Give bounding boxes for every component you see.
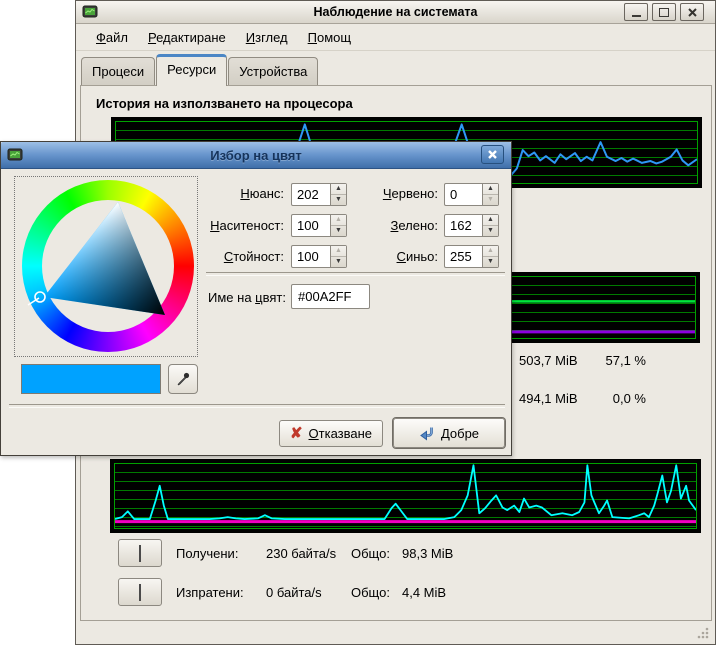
green-spin-down[interactable]: ▼: [483, 226, 498, 236]
blue-spin-up[interactable]: ▲: [483, 246, 498, 257]
close-icon: [688, 8, 697, 17]
received-total: 98,3 MiB: [402, 546, 453, 561]
menu-edit[interactable]: Редактиране: [140, 27, 234, 48]
dialog-close-button[interactable]: [481, 145, 504, 164]
maximize-button[interactable]: [652, 3, 676, 21]
received-color-swatch: [139, 545, 141, 562]
main-window-title: Наблюдение на системата: [76, 5, 715, 19]
minimize-button[interactable]: [624, 3, 648, 21]
blue-spinner[interactable]: 255 ▲▼: [444, 245, 499, 268]
main-titlebar[interactable]: Наблюдение на системата: [76, 1, 715, 24]
received-rate: 230 байта/s: [266, 546, 336, 561]
menubar: Файл Редактиране Изглед Помощ: [76, 24, 715, 51]
sent-total: 4,4 MiB: [402, 585, 446, 600]
screen: Наблюдение на системата Файл Редактиране…: [0, 0, 717, 647]
tab-resources[interactable]: Ресурси: [156, 54, 227, 86]
blue-label: Синьо:: [336, 249, 438, 264]
tabstrip: Процеси Ресурси Устройства: [81, 51, 319, 86]
ok-icon: [419, 426, 435, 441]
cancel-icon: ✘: [290, 427, 303, 440]
network-chart: [110, 459, 701, 533]
swap-percent: 0,0 %: [581, 391, 646, 406]
green-spinner[interactable]: 162 ▲▼: [444, 214, 499, 237]
saturation-label: Наситеност:: [176, 218, 284, 233]
received-total-label: Общо:: [351, 546, 390, 561]
hue-label: Нюанс:: [176, 186, 284, 201]
tab-devices[interactable]: Устройства: [228, 57, 318, 86]
cpu-history-heading: История на използването на процесора: [96, 96, 353, 111]
color-name-label: Име на цвят:: [146, 290, 286, 305]
sent-total-label: Общо:: [351, 585, 390, 600]
red-spin-up[interactable]: ▲: [483, 184, 498, 195]
dialog-title: Избор на цвят: [1, 148, 511, 163]
menu-help[interactable]: Помощ: [300, 27, 359, 48]
color-preview: [21, 364, 161, 394]
red-spinner[interactable]: 0 ▲▼: [444, 183, 499, 206]
received-color-button[interactable]: [118, 539, 162, 567]
value-label: Стойност:: [176, 249, 284, 264]
memory-percent: 57,1 %: [581, 353, 646, 368]
sent-label: Изпратени:: [176, 585, 244, 600]
green-label: Зелено:: [336, 218, 438, 233]
dialog-app-icon: [7, 147, 23, 163]
color-name-input[interactable]: #00A2FF: [291, 284, 370, 309]
dialog-titlebar[interactable]: Избор на цвят: [1, 142, 511, 169]
blue-spin-down[interactable]: ▼: [483, 257, 498, 267]
sent-rate: 0 байта/s: [266, 585, 322, 600]
cancel-button[interactable]: ✘ Отказване: [279, 420, 383, 447]
received-label: Получени:: [176, 546, 238, 561]
maximize-icon: [659, 8, 669, 17]
minimize-icon: [632, 15, 641, 17]
green-spin-up[interactable]: ▲: [483, 215, 498, 226]
tab-processes[interactable]: Процеси: [81, 57, 155, 86]
eyedropper-button[interactable]: [168, 364, 198, 394]
close-icon: [488, 150, 497, 159]
red-spin-down[interactable]: ▼: [483, 195, 498, 205]
separator: [206, 272, 505, 276]
sent-color-swatch: [139, 584, 141, 601]
separator: [9, 404, 505, 408]
menu-file[interactable]: Файл: [88, 27, 136, 48]
close-button[interactable]: [680, 3, 704, 21]
hue-marker[interactable]: [35, 292, 45, 302]
hsv-triangle[interactable]: [14, 176, 198, 357]
swap-amount: 494,1 MiB: [519, 391, 578, 406]
red-label: Червено:: [336, 186, 438, 201]
sent-color-button[interactable]: [118, 578, 162, 606]
color-picker-dialog: Избор на цвят: [0, 141, 512, 456]
app-icon: [82, 4, 98, 20]
ok-button[interactable]: Добре: [393, 418, 505, 448]
resize-grip[interactable]: [695, 625, 709, 639]
eyedropper-icon: [175, 371, 191, 387]
menu-view[interactable]: Изглед: [238, 27, 296, 48]
memory-amount: 503,7 MiB: [519, 353, 578, 368]
